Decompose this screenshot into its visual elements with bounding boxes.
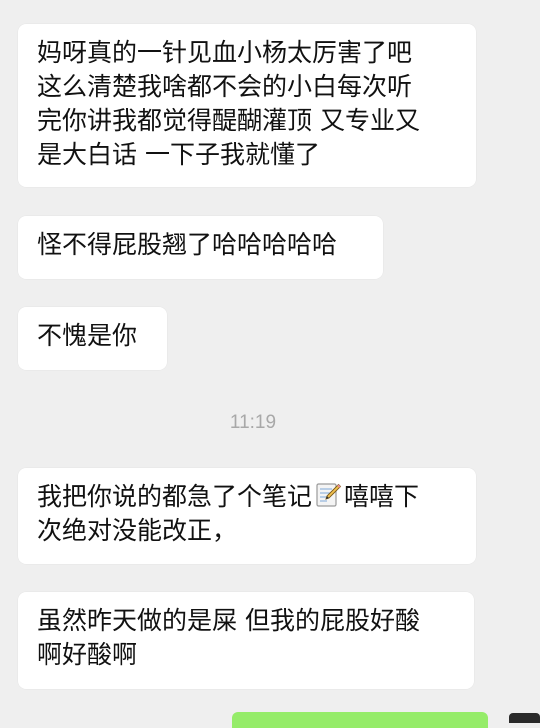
message-text-line: 我把你说的都急了个笔记 嘻嘻下 (37, 480, 458, 514)
memo-icon (314, 481, 342, 509)
message-text: 是大白话 一下子我就懂了 (37, 140, 320, 169)
message-bubble[interactable]: 虽然昨天做的是屎 但我的屁股好酸 啊好酸啊 (18, 592, 474, 689)
message-bubble[interactable]: 我把你说的都急了个笔记 嘻嘻下 次绝对没能改正， (18, 468, 476, 564)
chat-thread: 妈呀真的一针见血小杨太厉害了吧 这么清楚我啥都不会的小白每次听 完你讲我都觉得醍… (0, 0, 540, 728)
message-text: 不愧是你 (37, 321, 138, 350)
message-text: 虽然昨天做的是屎 但我的屁股好酸 (37, 606, 420, 635)
message-text: 怪不得屁股翘了哈哈哈哈哈 (37, 230, 338, 259)
message-text: 这么清楚我啥都不会的小白每次听 (37, 72, 413, 101)
message-bubble[interactable]: 不愧是你 (18, 307, 167, 370)
message-bubble[interactable]: 妈呀真的一针见血小杨太厉害了吧 这么清楚我啥都不会的小白每次听 完你讲我都觉得醍… (18, 24, 476, 187)
outgoing-message-bubble[interactable] (232, 712, 488, 728)
message-text: 妈呀真的一针见血小杨太厉害了吧 (37, 38, 413, 67)
message-bubble[interactable]: 怪不得屁股翘了哈哈哈哈哈 (18, 216, 383, 279)
message-text: 我把你说的都急了个笔记 (37, 482, 313, 511)
message-text: 完你讲我都觉得醍醐灌顶 又专业又 (37, 106, 420, 135)
avatar[interactable] (509, 713, 540, 723)
message-text: 嘻嘻下 (344, 482, 420, 511)
message-text: 啊好酸啊 (37, 640, 138, 669)
message-text: 次绝对没能改正， (37, 516, 238, 545)
message-timestamp: 11:19 (229, 412, 277, 433)
